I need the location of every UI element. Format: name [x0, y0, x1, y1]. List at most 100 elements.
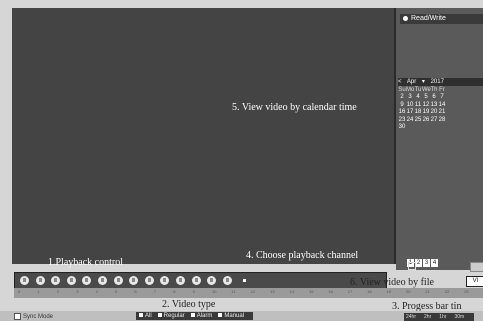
calendar-month[interactable]: Apr [407, 79, 416, 85]
playback-button-icon[interactable] [222, 276, 232, 285]
calendar-day[interactable]: 14 [438, 102, 446, 109]
type-label: All [145, 313, 152, 319]
calendar-day[interactable]: 23 [398, 117, 406, 124]
calendar-day[interactable]: 16 [398, 109, 406, 116]
playback-control-bar [14, 272, 387, 289]
calendar-day[interactable]: 26 [422, 117, 430, 124]
playback-button-icon[interactable] [160, 276, 170, 285]
weekday-label: Th [430, 87, 438, 93]
radio-dot-icon [403, 15, 408, 21]
checkbox-icon [157, 313, 162, 318]
channel-button[interactable]: 3 [423, 259, 430, 267]
weekday-label: Fr [439, 87, 445, 93]
calendar-day[interactable]: 9 [398, 102, 406, 109]
playback-button-icon[interactable] [144, 276, 154, 285]
calendar-weekdays: SuMoTuWeTh Fr [398, 87, 483, 94]
calendar-day[interactable]: 21 [438, 109, 446, 116]
dropdown-icon[interactable]: ▾ [422, 79, 425, 85]
type-manual[interactable]: Manual [218, 313, 244, 319]
calendar-day[interactable]: 5 [422, 94, 430, 101]
progress-tick-label: 11 [231, 289, 236, 294]
calendar-year[interactable]: 2017 [431, 79, 444, 85]
weekday-label: We [422, 87, 431, 93]
calendar-day[interactable]: 12 [422, 102, 430, 109]
progress-time-bar[interactable]: 0 1 2 3 4 5 6 7 8 9 10 11 12 13 14 15 16 17 18 19 20 21 22 23 [14, 288, 483, 298]
progress-tick-label: 1 [37, 289, 40, 294]
calendar-day[interactable]: 18 [414, 109, 422, 116]
progress-tick-label: 18 [367, 289, 372, 294]
playback-button-icon[interactable] [35, 276, 45, 285]
calendar-day[interactable]: 30 [398, 124, 406, 131]
progress-tick-label: 12 [250, 289, 256, 294]
zoom-option[interactable]: 1hr [439, 314, 446, 320]
calendar-day[interactable]: 27 [430, 117, 438, 124]
playback-button-icon[interactable] [113, 276, 123, 285]
type-regular[interactable]: Regular [157, 313, 185, 319]
annotation-video-type: 2. Video type [162, 299, 216, 310]
channel-button[interactable]: 4 [431, 259, 438, 267]
playback-button-icon[interactable] [176, 276, 185, 285]
playback-button-icon[interactable] [51, 276, 61, 285]
view-by-file-button[interactable]: VI [466, 276, 483, 287]
weekday-label: Mo [406, 87, 415, 93]
calendar-day[interactable]: 10 [406, 102, 414, 109]
calendar-day[interactable]: 11 [414, 102, 422, 109]
zoom-option[interactable]: 24hr [406, 314, 416, 320]
checkbox-icon [190, 313, 195, 318]
progress-tick-label: 13 [270, 289, 275, 294]
progress-tick-label: 7 [153, 289, 157, 294]
checkbox-icon [139, 313, 143, 318]
calendar-day[interactable]: 2 [398, 94, 406, 101]
playback-button-icon[interactable] [82, 276, 92, 285]
calendar-day[interactable]: 6 [430, 94, 438, 101]
playback-button-icon[interactable] [129, 276, 139, 285]
zoom-option[interactable]: 30m [454, 314, 464, 320]
progress-tick-label: 22 [444, 289, 450, 294]
calendar-week-row: 234567 [398, 94, 483, 101]
type-label: Regular [163, 313, 185, 319]
checkbox-icon [218, 313, 223, 318]
playback-button-icon[interactable] [207, 276, 217, 285]
playback-button-icon[interactable] [20, 276, 29, 285]
calendar-days: 2 3 4 5 6 7 9 10 11 121314 161718192021 23242526272… [398, 94, 483, 131]
type-all[interactable]: All [139, 313, 152, 319]
calendar-day[interactable]: 25 [414, 117, 422, 124]
progress-tick-label: 20 [406, 289, 411, 294]
prev-month-icon[interactable]: < [398, 79, 402, 85]
calendar-week-row: 9 10 11 121314 [398, 102, 483, 109]
calendar-day[interactable]: 20 [430, 109, 438, 116]
progress-tick-label: 21 [425, 289, 430, 294]
checkbox-icon [14, 313, 21, 320]
sync-mode-checkbox[interactable]: Sync Mode [14, 313, 53, 320]
progress-tick-label: 8 [173, 289, 176, 294]
progress-tick-label: 10 [212, 289, 217, 294]
playback-button-icon[interactable] [66, 276, 76, 285]
progress-tick-label: 19 [386, 289, 392, 294]
progress-tick-label: 6 [134, 289, 137, 294]
read-write-selector[interactable]: Read/Write [400, 14, 483, 24]
progress-tick-label: 0 [18, 289, 21, 294]
calendar-week-row: 161718192021 [398, 109, 483, 116]
zoom-option[interactable]: 2hr [424, 314, 431, 320]
sync-mode-label: Sync Mode [23, 314, 54, 321]
video-display-area[interactable] [12, 8, 394, 264]
channel-button[interactable]: 2 [415, 259, 422, 267]
channel-checkbox[interactable] [408, 262, 416, 270]
progress-tick-label: 15 [309, 289, 314, 294]
calendar-day[interactable]: 4 [414, 94, 422, 101]
calendar-day[interactable]: 3 [406, 94, 414, 101]
calendar-day[interactable]: 7 [438, 94, 446, 101]
calendar-day[interactable]: 13 [430, 102, 438, 109]
calendar-day[interactable]: 28 [438, 117, 446, 124]
playback-button-icon[interactable] [191, 276, 201, 285]
channel-search-button[interactable] [470, 262, 483, 272]
calendar-day[interactable]: 17 [406, 109, 414, 116]
type-alarm[interactable]: Alarm [190, 313, 212, 319]
timeline-zoom-selector: 24hr 2hr 1hr 30m [404, 313, 475, 321]
progress-tick-label: 4 [95, 289, 98, 294]
playback-button-icon[interactable] [98, 276, 107, 285]
calendar-day[interactable]: 24 [406, 117, 414, 124]
calendar-day[interactable]: 19 [422, 109, 430, 116]
progress-tick-label: 9 [192, 289, 195, 294]
annotation-playback-control: 1.Playback control [48, 257, 123, 268]
